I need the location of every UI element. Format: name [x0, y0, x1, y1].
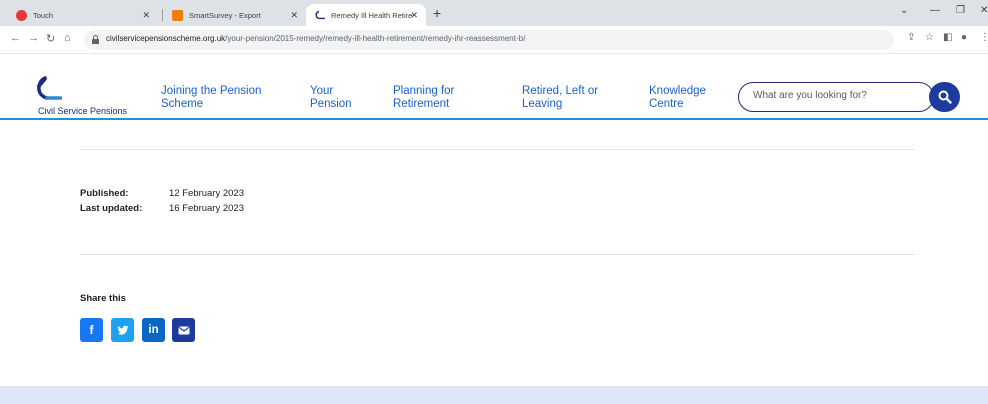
browser-tab-strip: Touch ✕ SmartSurvey - Export ✕ Remedy Il…	[0, 0, 988, 26]
tab-separator	[162, 9, 163, 21]
logo-text: Civil Service Pensions	[38, 106, 128, 116]
last-updated-label: Last updated:	[80, 203, 143, 214]
maximize-icon[interactable]: ❐	[956, 5, 965, 16]
tab-title: SmartSurvey - Export	[189, 10, 261, 20]
share-facebook-button[interactable]: f	[80, 318, 103, 342]
back-arrow-icon[interactable]: ←	[10, 32, 21, 44]
tab-title: Remedy Ill Health Retirement Re	[331, 10, 413, 20]
csp-favicon-icon	[314, 10, 325, 21]
search-button[interactable]	[929, 82, 960, 112]
share-twitter-button[interactable]	[111, 318, 134, 342]
nav-label-line1: Retired, Left or	[522, 85, 599, 97]
nav-label-line2: Retirement	[393, 98, 450, 110]
share-heading: Share this	[80, 293, 126, 304]
published-date: 12 February 2023	[169, 188, 244, 199]
nav-label-line1: Your	[310, 85, 334, 97]
close-window-icon[interactable]: ✕	[980, 5, 988, 16]
lock-icon	[92, 35, 99, 44]
browser-tab-remedy[interactable]: Remedy Ill Health Retirement Re ✕	[306, 4, 426, 26]
site-header: Civil Service Pensions Joining the Pensi…	[0, 54, 988, 120]
header-rule	[0, 118, 988, 120]
url-field[interactable]: civilservicepensionscheme.org.uk/your-pe…	[84, 30, 894, 50]
nav-knowledge-centre[interactable]: Knowledge Centre	[649, 85, 706, 111]
share-page-icon[interactable]: ⇪	[907, 32, 915, 43]
nav-label-line2: Centre	[649, 98, 684, 110]
smartsurvey-favicon-icon	[172, 9, 183, 21]
site-search-box	[738, 82, 934, 112]
search-icon	[938, 90, 952, 104]
nav-planning-for-retirement[interactable]: Planning for Retirement	[393, 85, 454, 111]
content-divider-bottom	[80, 254, 915, 255]
nav-label-line2: Scheme	[161, 98, 204, 110]
envelope-icon	[178, 326, 189, 334]
close-tab-icon[interactable]: ✕	[290, 10, 298, 21]
forward-arrow-icon[interactable]: →	[28, 32, 39, 44]
url-text: civilservicepensionscheme.org.uk/your-pe…	[106, 34, 526, 43]
profile-avatar-icon[interactable]: ●	[961, 32, 967, 43]
csp-logo-mark-icon	[37, 76, 62, 100]
published-label: Published:	[80, 188, 129, 199]
new-tab-icon[interactable]: +	[433, 5, 441, 21]
nav-joining-the-pension-scheme[interactable]: Joining the Pension Scheme	[161, 85, 261, 111]
side-panel-icon[interactable]: ◧	[943, 32, 952, 43]
browser-tab-touch[interactable]: Touch ✕	[8, 4, 158, 26]
nav-label-line2: Leaving	[522, 98, 563, 110]
csp-logo[interactable]: Civil Service Pensions	[32, 76, 142, 118]
nav-retired-left-or-leaving[interactable]: Retired, Left or Leaving	[522, 85, 598, 111]
share-email-button[interactable]	[172, 318, 195, 342]
menu-kebab-icon[interactable]: ⋮	[980, 32, 988, 43]
footer-band	[0, 386, 988, 404]
close-tab-icon[interactable]: ✕	[142, 10, 150, 21]
tab-search-chevron-icon[interactable]: ⌄	[900, 5, 908, 16]
search-input[interactable]	[753, 90, 903, 101]
close-tab-icon[interactable]: ✕	[410, 10, 418, 21]
facebook-icon: f	[89, 323, 94, 337]
nav-label-line2: Pension	[310, 98, 352, 110]
share-linkedin-button[interactable]: in	[142, 318, 165, 342]
nav-your-pension[interactable]: Your Pension	[310, 85, 352, 111]
browser-tab-smartsurvey[interactable]: SmartSurvey - Export ✕	[164, 4, 306, 26]
nav-label-line1: Joining the Pension	[161, 85, 262, 97]
touch-favicon-icon	[16, 9, 27, 21]
reload-icon[interactable]: ↻	[46, 32, 55, 45]
home-icon[interactable]: ⌂	[64, 32, 71, 44]
tab-title: Touch	[33, 10, 54, 20]
bookmark-star-icon[interactable]: ☆	[925, 32, 934, 43]
twitter-bird-icon	[117, 325, 128, 335]
address-toolbar: ← → ↻ ⌂ civilservicepensionscheme.org.uk…	[0, 26, 988, 54]
last-updated-date: 16 February 2023	[169, 203, 244, 214]
linkedin-icon: in	[148, 324, 159, 336]
minimize-icon[interactable]: —	[930, 5, 940, 16]
nav-label-line1: Knowledge	[649, 85, 706, 97]
content-divider-top	[80, 149, 915, 150]
nav-label-line1: Planning for	[393, 85, 455, 97]
